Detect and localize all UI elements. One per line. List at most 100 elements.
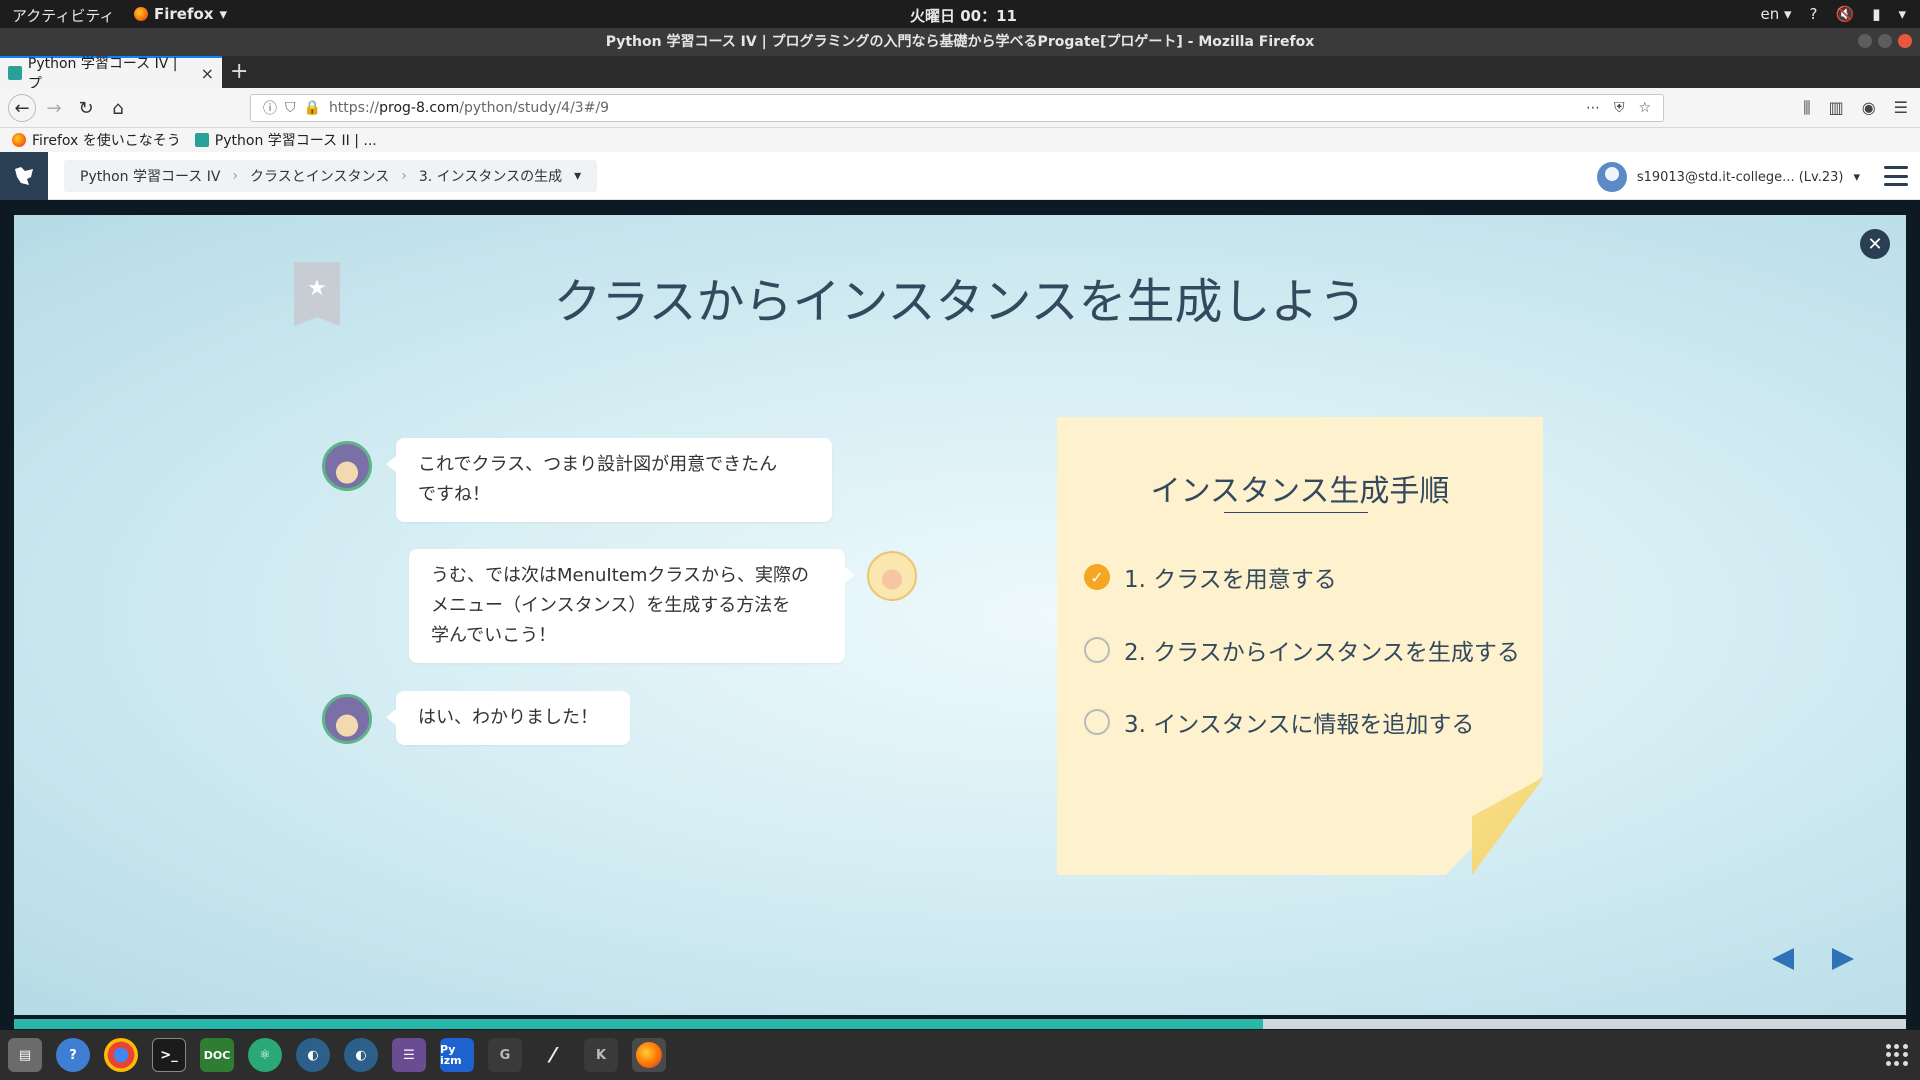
info-icon[interactable]: ⓘ [263, 98, 277, 118]
dialog-bubble-3: はい、わかりました！ [386, 691, 630, 745]
progate-logo-icon[interactable] [0, 152, 48, 200]
files-icon[interactable]: ▤ [8, 1038, 42, 1072]
lang-label: en [1760, 5, 1780, 23]
firefox-icon[interactable] [632, 1038, 666, 1072]
language-indicator[interactable]: en ▾ [1760, 5, 1791, 23]
dialog-line: はい、わかりました！ [418, 707, 598, 728]
note-underline [1224, 512, 1368, 513]
chevron-down-icon: ▾ [1853, 169, 1860, 185]
url-bar[interactable]: ⓘ ⛉ 🔒 https://prog-8.com/python/study/4/… [250, 94, 1664, 122]
battery-icon[interactable]: ▮ [1872, 5, 1880, 23]
atom-icon[interactable]: ⚛ [248, 1038, 282, 1072]
chevron-down-icon[interactable]: ▾ [1898, 5, 1906, 23]
minimize-button[interactable] [1858, 34, 1872, 48]
step-label: 3. インスタンスに情報を追加する [1124, 712, 1475, 738]
doc-icon[interactable]: DOC [200, 1038, 234, 1072]
bookmark-python[interactable]: Python 学習コース II | ... [194, 130, 377, 150]
breadcrumb: Python 学習コース IV › クラスとインスタンス › 3. インスタンス… [64, 160, 598, 192]
help-icon[interactable]: ? [56, 1038, 90, 1072]
breadcrumb-lesson[interactable]: 3. インスタンスの生成 [419, 166, 562, 186]
toolbar-right: ⫼ ▥ ◉ ☰ [1803, 98, 1908, 118]
slide-progress-fill [14, 1019, 1263, 1029]
page-actions-icon[interactable]: ⋯ [1586, 100, 1600, 116]
activities-button[interactable]: アクティビティ [12, 5, 114, 26]
library-icon[interactable]: ⫼ [1803, 98, 1810, 118]
pyizm-icon[interactable]: Py izm [440, 1038, 474, 1072]
eclipse-2-icon[interactable]: ◐ [344, 1038, 378, 1072]
show-applications-icon[interactable] [1886, 1044, 1908, 1066]
window-title-bar: Python 学習コース IV | プログラミングの入門なら基礎から学べるPro… [0, 28, 1920, 56]
forward-button[interactable]: → [42, 96, 66, 120]
user-menu[interactable]: s19013@std.it-college... (Lv.23) ▾ [1596, 162, 1860, 192]
next-slide-icon[interactable] [1832, 948, 1854, 970]
window-controls [1858, 34, 1912, 48]
back-button[interactable]: ← [8, 94, 36, 122]
home-button[interactable]: ⌂ [106, 96, 130, 120]
note-title: インスタンス生成手順 [1150, 474, 1450, 509]
circle-icon [1084, 709, 1110, 735]
close-slide-button[interactable]: ✕ [1860, 229, 1890, 259]
step-label: 1. クラスを用意する [1124, 567, 1337, 593]
bookmark-firefox[interactable]: Firefox を使いこなそう [12, 130, 181, 150]
window-title: Python 学習コース IV | プログラミングの入門なら基礎から学べるPro… [605, 34, 1315, 50]
dialog-line: うむ、では次はMenuItemクラスから、実際の [431, 565, 810, 586]
help-icon[interactable]: ? [1810, 5, 1818, 23]
step-3: 3. インスタンスに情報を追加する [1084, 705, 1474, 739]
circle-icon [1084, 637, 1110, 663]
check-icon: ✓ [1084, 564, 1110, 590]
close-window-button[interactable] [1898, 34, 1912, 48]
chevron-right-icon: › [401, 168, 407, 184]
tab-strip: Python 学習コース IV | プ × + [0, 56, 1920, 92]
user-name: s19013@std.it-college... (Lv.23) [1636, 169, 1844, 185]
site-header: Python 学習コース IV › クラスとインスタンス › 3. インスタンス… [0, 152, 1920, 200]
taskbar: ▤ ? >_ DOC ⚛ ◐ ◐ ☰ Py izm G ⁄ K [0, 1030, 1920, 1080]
chevron-right-icon: › [232, 168, 239, 184]
breadcrumb-course[interactable]: Python 学習コース IV [80, 166, 220, 186]
url-text: https://prog-8.com/python/study/4/3#/9 [328, 100, 610, 116]
chevron-down-icon[interactable]: ▾ [574, 168, 581, 184]
progate-favicon-icon [8, 66, 22, 80]
dialog-bubble-1: これでクラス、つまり設計図が用意できたん ですね！ [386, 438, 832, 522]
slide [14, 215, 1906, 1015]
navigation-bar: ← → ↻ ⌂ ⓘ ⛉ 🔒 https://prog-8.com/python/… [0, 88, 1920, 128]
dialog-line: これでクラス、つまり設計図が用意できたん [418, 454, 778, 475]
hamburger-menu-icon[interactable] [1884, 166, 1908, 186]
chevron-down-icon: ▾ [219, 5, 227, 23]
tab-close-icon[interactable]: × [201, 64, 214, 83]
typora-icon[interactable]: ⁄ [536, 1038, 570, 1072]
dialog-line: ですね！ [418, 484, 490, 505]
sidebar-icon[interactable]: ▥ [1829, 98, 1844, 118]
firefox-icon [134, 7, 148, 21]
eclipse-icon[interactable]: ◐ [296, 1038, 330, 1072]
step-1: ✓ 1. クラスを用意する [1084, 560, 1337, 594]
editor-icon[interactable]: ☰ [392, 1038, 426, 1072]
pocket-icon[interactable]: ⛨ [1614, 100, 1625, 116]
new-tab-button[interactable]: + [230, 59, 248, 84]
step-2: 2. クラスからインスタンスを生成する [1084, 633, 1520, 667]
reload-button[interactable]: ↻ [74, 96, 98, 120]
bookmarks-bar: Firefox を使いこなそう Python 学習コース II | ... [0, 128, 1920, 152]
clock[interactable]: 火曜日 00：11 [910, 5, 1017, 26]
tab-active[interactable]: Python 学習コース IV | プ × [0, 56, 222, 92]
volume-icon[interactable]: 🔇 [1836, 5, 1855, 23]
account-icon[interactable]: ◉ [1862, 98, 1876, 118]
bookmark-label: Firefox を使いこなそう [32, 133, 181, 149]
app-menu[interactable]: Firefox ▾ [134, 5, 227, 23]
gnome-top-bar: アクティビティ Firefox ▾ 火曜日 00：11 en ▾ ? 🔇 ▮ ▾ [0, 0, 1920, 28]
menu-icon[interactable]: ☰ [1894, 98, 1908, 118]
slide-title: クラスからインスタンスを生成しよう [553, 274, 1367, 330]
k-app-icon[interactable]: K [584, 1038, 618, 1072]
shield-icon[interactable]: ⛉ [285, 100, 296, 116]
g-app-icon[interactable]: G [488, 1038, 522, 1072]
firefox-icon [12, 133, 26, 147]
chrome-icon[interactable] [104, 1038, 138, 1072]
bookmark-star-icon[interactable]: ☆ [1638, 100, 1651, 116]
system-tray[interactable]: en ▾ ? 🔇 ▮ ▾ [1760, 5, 1906, 23]
breadcrumb-chapter[interactable]: クラスとインスタンス [250, 166, 389, 186]
maximize-button[interactable] [1878, 34, 1892, 48]
terminal-icon[interactable]: >_ [152, 1038, 186, 1072]
dialog-line: 学んでいこう！ [431, 625, 557, 646]
progate-favicon-icon [194, 133, 209, 147]
sheep-avatar [867, 551, 917, 601]
prev-slide-icon[interactable] [1772, 948, 1794, 970]
